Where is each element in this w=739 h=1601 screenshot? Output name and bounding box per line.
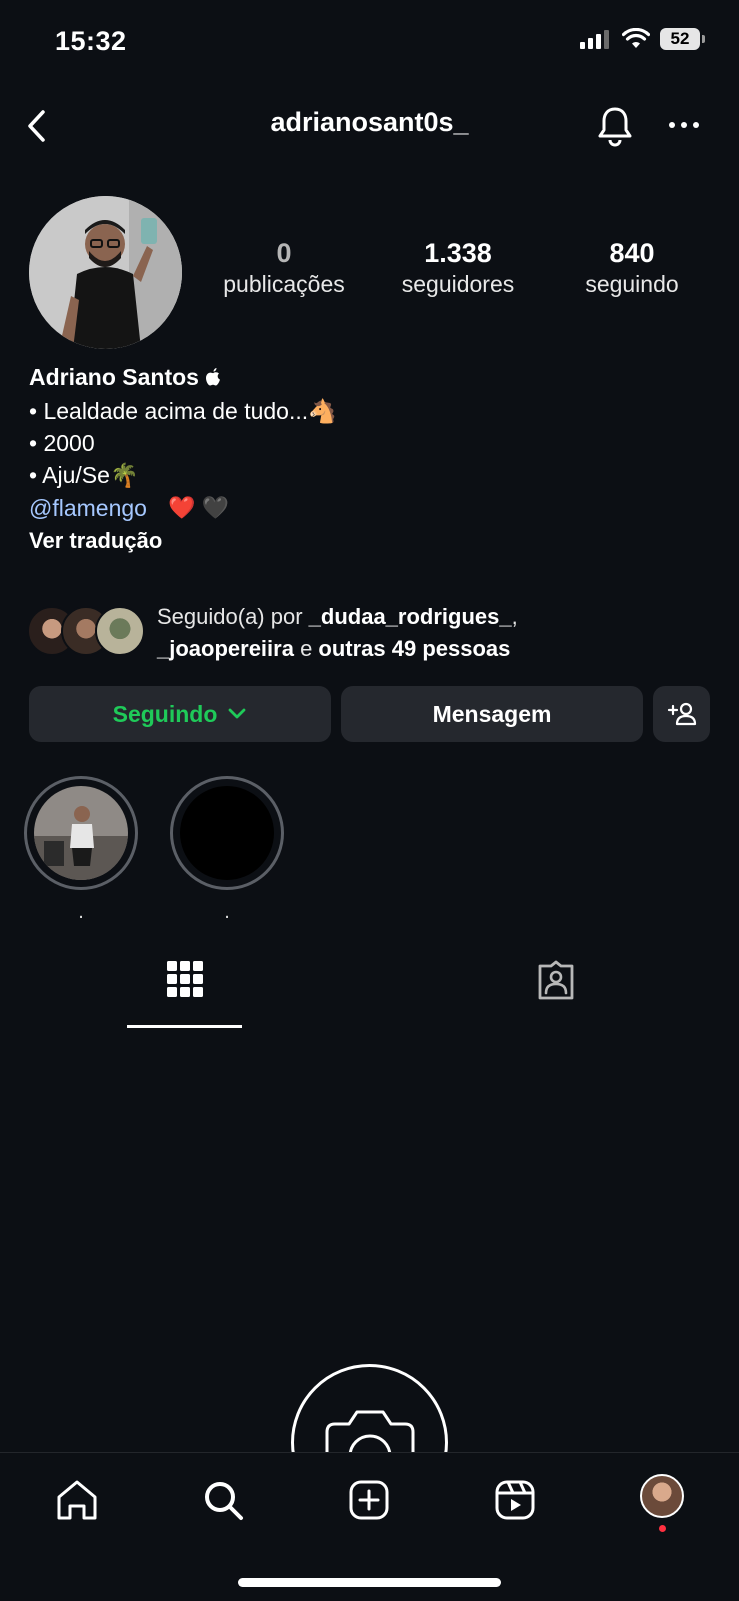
tab-posts-grid[interactable] <box>127 960 242 1028</box>
stat-followers-value: 1.338 <box>424 238 492 268</box>
tab-tagged[interactable] <box>498 960 613 1028</box>
wifi-icon <box>622 28 650 48</box>
stat-following-value: 840 <box>609 238 655 268</box>
stat-followers[interactable]: 1.338 seguidores <box>373 238 543 298</box>
grid-icon <box>166 961 203 997</box>
story-highlight[interactable] <box>170 776 284 890</box>
followed-by-user[interactable]: _dudaa_rodrigues_ <box>309 604 512 629</box>
nav-search[interactable] <box>198 1475 248 1525</box>
stat-followers-label: seguidores <box>401 271 515 297</box>
bio-hearts: ❤️ 🖤 <box>168 495 229 520</box>
followed-by-prefix: Seguido(a) por <box>157 604 309 629</box>
stat-following[interactable]: 840 seguindo <box>547 238 717 298</box>
bell-icon[interactable] <box>595 104 635 148</box>
nav-reels[interactable] <box>490 1475 540 1525</box>
home-indicator <box>238 1578 501 1587</box>
followed-by-user[interactable]: _joaopereiira <box>157 636 294 661</box>
translate-link[interactable]: Ver tradução <box>29 528 162 554</box>
followed-by-text[interactable]: Seguido(a) por _dudaa_rodrigues_, _joaop… <box>157 601 717 665</box>
stat-posts: 0 publicações <box>199 238 369 298</box>
highlight-cover <box>180 786 274 880</box>
more-icon[interactable] <box>664 112 704 138</box>
stat-following-label: seguindo <box>585 271 679 297</box>
highlight-label: . <box>224 901 230 923</box>
status-icons: 52 <box>580 28 705 50</box>
bio-line: • 2000 <box>29 430 95 456</box>
message-button-label: Mensagem <box>432 700 552 727</box>
following-button[interactable]: Seguindo <box>29 686 331 742</box>
stat-posts-value: 0 <box>276 238 292 268</box>
reels-icon <box>495 1480 535 1520</box>
suggest-people-button[interactable] <box>653 686 710 742</box>
bio-line: • Lealdade acima de tudo...🐴 <box>29 398 337 424</box>
followed-by-comma: , <box>511 604 518 629</box>
mutual-followers-avatars[interactable] <box>27 606 147 656</box>
nav-profile-avatar[interactable] <box>640 1474 684 1518</box>
story-highlight[interactable] <box>24 776 138 890</box>
highlight-cover <box>34 786 128 880</box>
battery-cap <box>702 35 705 43</box>
battery-indicator: 52 <box>660 28 700 50</box>
tagged-icon <box>538 960 573 1000</box>
highlight-label: . <box>78 901 84 923</box>
search-icon <box>205 1482 243 1520</box>
status-time: 15:32 <box>55 26 127 56</box>
followed-by-others[interactable]: outras 49 pessoas <box>318 636 510 661</box>
nav-home[interactable] <box>52 1475 102 1525</box>
profile-name-text: Adriano Santos <box>29 364 206 390</box>
nav-create[interactable] <box>344 1475 394 1525</box>
notification-dot <box>659 1525 666 1532</box>
stat-posts-label: publicações <box>223 271 345 297</box>
signal-icon <box>580 30 609 49</box>
profile-name: Adriano Santos <box>29 364 222 391</box>
profile-avatar[interactable] <box>29 196 182 349</box>
bio-mention-link[interactable]: @flamengo <box>29 495 147 522</box>
profile-photo <box>29 196 182 349</box>
create-icon <box>349 1480 389 1520</box>
add-person-icon <box>667 702 696 726</box>
message-button[interactable]: Mensagem <box>341 686 643 742</box>
apple-icon <box>206 368 221 386</box>
following-button-label: Seguindo <box>112 700 218 727</box>
bio-line: • Aju/Se🌴 <box>29 462 139 488</box>
home-icon <box>57 1480 97 1520</box>
active-tab-indicator <box>127 1025 242 1028</box>
avatar <box>95 606 145 656</box>
chevron-down-icon <box>228 708 246 719</box>
followed-by-and: e <box>293 636 319 661</box>
